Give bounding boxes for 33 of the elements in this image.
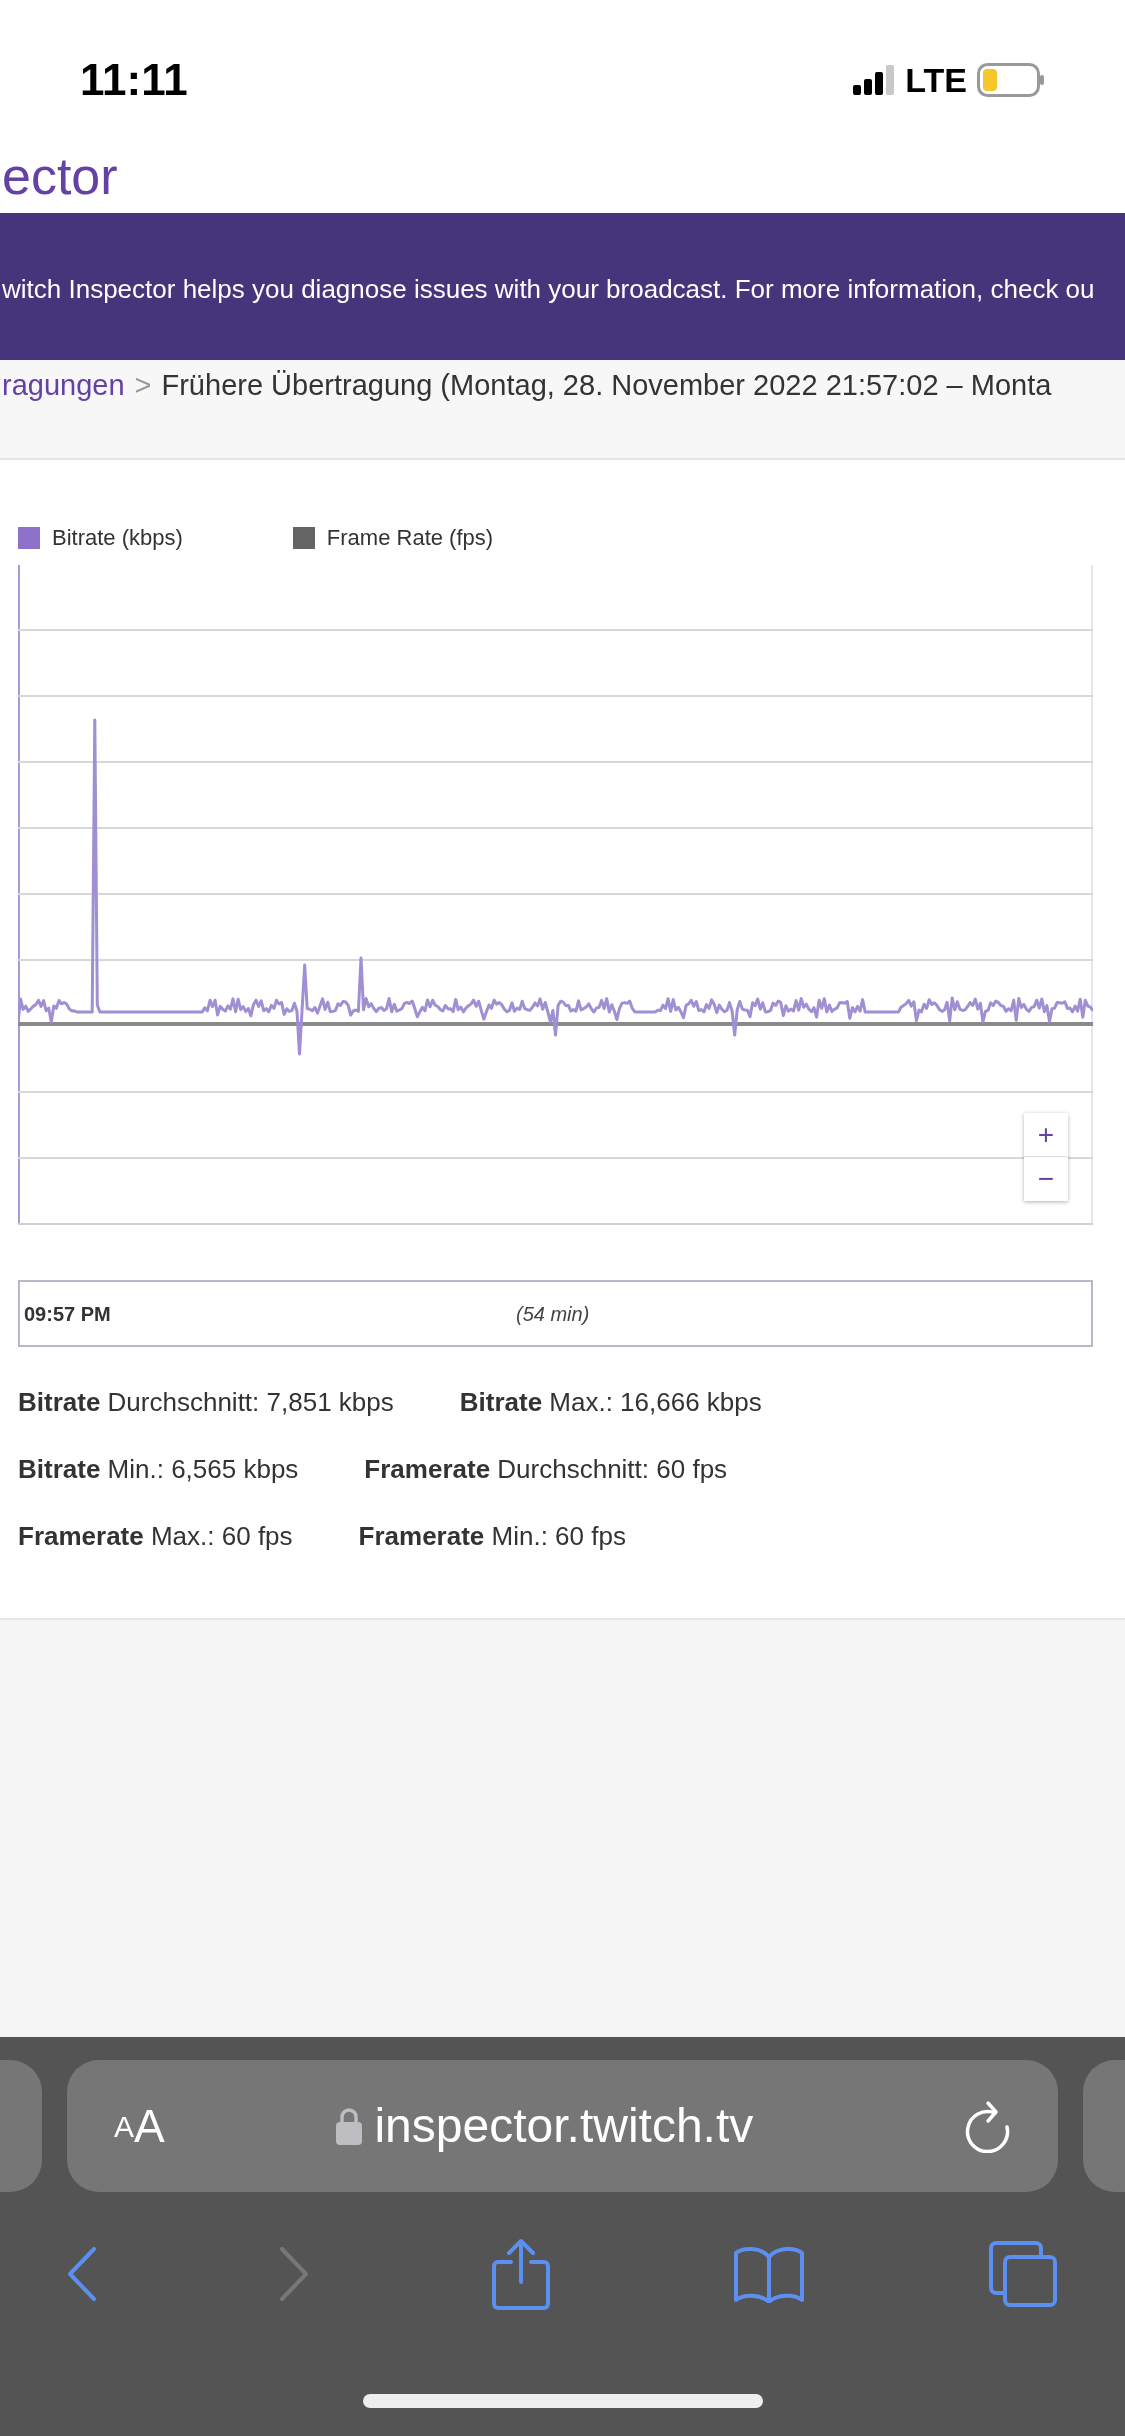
reload-icon[interactable] [965, 2099, 1011, 2153]
network-label: LTE [905, 59, 967, 101]
signal-icon [853, 65, 896, 95]
tabs-icon[interactable] [989, 2241, 1057, 2307]
breadcrumb-current: Frühere Übertragung (Montag, 28. November 2022 21:57:02 – Monta [161, 368, 1052, 403]
stat-text: Framerate Durchschnitt: 60 fps [364, 1453, 728, 1486]
battery-icon [977, 63, 1045, 97]
stat-text: Bitrate Durchschnitt: 7,851 kbps [18, 1386, 394, 1419]
zoom-out-button[interactable]: − [1024, 1157, 1068, 1201]
stat-text: Framerate Max.: 60 fps [18, 1520, 293, 1553]
lock-icon [336, 2107, 363, 2145]
breadcrumb-link[interactable]: ragungen [2, 364, 125, 408]
back-icon[interactable] [68, 2247, 96, 2301]
banner-text: witch Inspector helps you diagnose issues with your broadcast. For more information, check ou [2, 273, 1095, 306]
text-size-button[interactable]: AA [114, 2103, 165, 2149]
timeline-duration: (54 min) [516, 1301, 590, 1327]
forward-icon[interactable] [279, 2247, 308, 2301]
status-time: 11:11 [80, 54, 188, 106]
address-bar[interactable]: AA inspector.twitch.tv [67, 2060, 1058, 2192]
site-logo-text: ector [2, 150, 118, 202]
tab-preview[interactable] [1083, 2060, 1125, 2192]
legend-label: Bitrate (kbps) [52, 524, 183, 552]
zoom-in-button[interactable]: + [1024, 1113, 1068, 1157]
tab-preview[interactable] [0, 2060, 42, 2192]
stat-text: Framerate Min.: 60 fps [358, 1520, 626, 1553]
breadcrumb-separator: > [134, 368, 152, 403]
stat-text: Bitrate Max.: 16,666 kbps [459, 1386, 762, 1419]
legend-label: Frame Rate (fps) [326, 524, 494, 552]
url-text: inspector.twitch.tv [374, 2098, 754, 2154]
stat-text: Bitrate Min.: 6,565 kbps [18, 1453, 299, 1486]
book-icon[interactable] [733, 2245, 806, 2303]
timeline-start: 09:57 PM [24, 1301, 111, 1327]
share-icon[interactable] [491, 2238, 550, 2310]
